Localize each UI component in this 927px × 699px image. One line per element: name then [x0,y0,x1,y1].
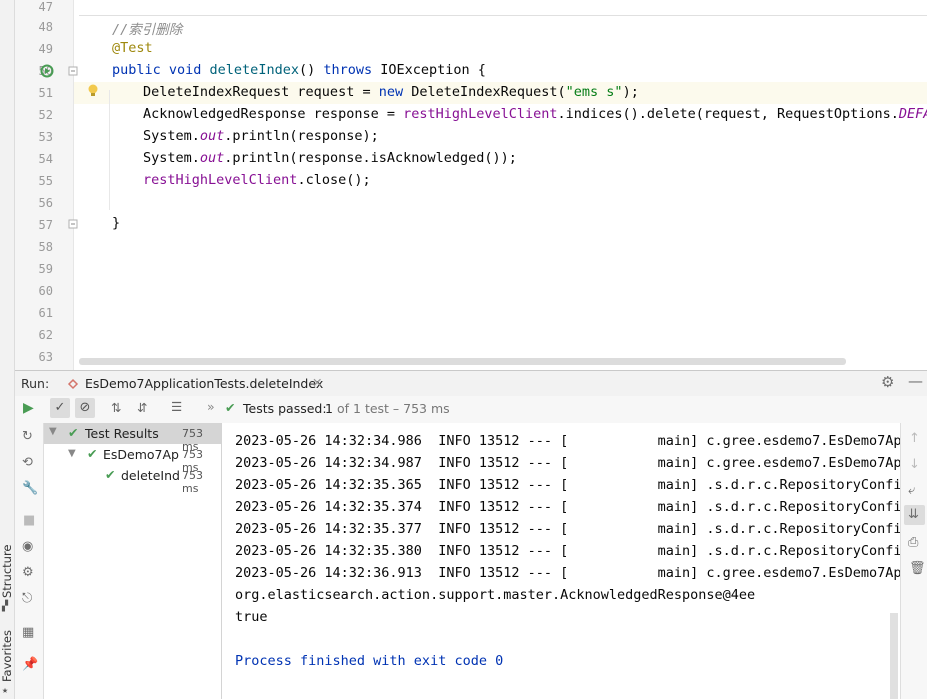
camera-icon[interactable]: ◉ [22,539,33,554]
console-right-toolbar: ↑ ↓ ⤶ ⇊ ⎙ 🗑 [900,423,927,699]
tree-method-time: 753 ms [182,469,203,495]
gear-icon[interactable]: ⚙ [881,373,894,391]
line-number: 53 [38,130,53,144]
log-line: 2023-05-26 14:32:34.986 INFO 13512 --- [… [235,433,900,449]
ack-line: true [235,609,268,625]
annotation: @Test [112,40,153,56]
pin-icon[interactable]: 📌 [22,657,38,672]
run-label: Run: [21,376,50,391]
down-arrow-icon[interactable]: ↓ [909,457,920,472]
tree-root-label[interactable]: Test Results [85,426,159,441]
code-line-50: public void deleteIndex() throws IOExcep… [112,62,486,78]
structure-icon: ▞ [2,601,9,612]
run-panel-header: Run: EsDemo7ApplicationTests.deleteIndex… [15,370,927,397]
response-line: org.elasticsearch.action.support.master.… [235,587,756,603]
log-line: 2023-05-26 14:32:34.987 INFO 13512 --- [… [235,455,900,471]
rerun-icon[interactable]: ▶ [23,400,34,416]
favorites-tab[interactable]: Favorites [0,630,14,682]
comment: //索引删除 [112,22,183,38]
line-number: 59 [38,262,53,276]
test-config-icon [67,378,79,390]
run-toolbar: ▶ ✓ ⊘ ⇅ ⇵ ☰ » ✔ Tests passed: 1 of 1 tes… [15,396,927,424]
horizontal-scrollbar[interactable] [79,358,846,365]
line-number: 56 [38,196,53,210]
log-line: 2023-05-26 14:32:35.365 INFO 13512 --- [… [235,477,900,493]
scroll-to-end-icon[interactable]: ⇊ [908,507,919,522]
status-prefix: Tests passed: [243,401,327,416]
expand-chevron-icon[interactable]: ▼ [49,426,57,437]
passed-check-icon: ✔ [87,446,98,461]
run-tab-title[interactable]: EsDemo7ApplicationTests.deleteIndex [85,376,323,391]
editor-divider [79,15,927,16]
code-line-55: restHighLevelClient.close(); [143,172,371,188]
line-number: 54 [38,152,53,166]
show-ignored-icon[interactable]: ⊘ [75,398,95,418]
line-number: 48 [38,20,53,34]
minimize-icon[interactable]: — [908,372,923,390]
toggle-auto-test-icon[interactable]: ⟲ [22,455,33,470]
console-output[interactable]: 2023-05-26 14:32:34.986 INFO 13512 --- [… [222,423,900,699]
indent-guide [109,90,110,210]
code-line-53: System.out.println(response); [143,128,379,144]
log-line: 2023-05-26 14:32:35.374 INFO 13512 --- [… [235,499,900,515]
lightbulb-icon[interactable] [87,83,99,99]
layout-icon[interactable]: ▦ [22,625,34,640]
code-line-51: DeleteIndexRequest request = new DeleteI… [143,84,639,100]
soft-wrap-icon[interactable]: ⤶ [908,483,915,498]
wrench-icon[interactable]: 🔧 [22,481,38,496]
status-suffix: of 1 test – 753 ms [337,401,450,416]
run-side-toolbar: ↻ ⟲ 🔧 ■ ◉ ⚙ ⎋ ▦ 📌 [15,423,44,699]
log-line: 2023-05-26 14:32:35.380 INFO 13512 --- [… [235,543,900,559]
line-number: 63 [38,350,53,364]
sort-alpha-icon[interactable]: ⇅ [111,400,121,415]
tree-class-label[interactable]: EsDemo7App [103,447,179,462]
line-number: 60 [38,284,53,298]
dump-threads-icon[interactable]: ⚙ [22,565,34,580]
more-chevron-icon[interactable]: » [207,399,215,414]
sort-duration-icon[interactable]: ⇵ [137,400,147,415]
expand-chevron-icon[interactable]: ▼ [68,448,76,459]
vertical-scrollbar[interactable] [890,613,898,699]
passed-check-icon: ✔ [105,467,116,482]
structure-tab[interactable]: Structure [0,545,14,599]
editor-gutter: 47 48 49 50 51 52 53 54 55 56 57 58 59 6… [15,0,78,370]
line-number: 58 [38,240,53,254]
line-number: 57 [38,218,53,232]
exit-line: Process finished with exit code 0 [235,653,504,669]
expand-all-icon[interactable]: ☰ [171,399,182,414]
test-results-tree: ▼ ✔ Test Results 753 ms ▼ ✔ EsDemo7App 7… [44,423,222,699]
line-number: 62 [38,328,53,342]
code-line-52: AcknowledgedResponse response = restHigh… [143,106,927,122]
log-line: 2023-05-26 14:32:35.377 INFO 13512 --- [… [235,521,900,537]
close-tab-icon[interactable]: ✕ [312,375,322,390]
line-number: 49 [38,42,53,56]
line-number: 51 [38,86,53,100]
line-number: 52 [38,108,53,122]
passed-check-icon: ✔ [68,425,79,440]
tree-method-label[interactable]: deleteInde [121,468,179,483]
rerun-failed-icon[interactable]: ↻ [22,429,33,444]
passed-count: 1 [325,401,333,416]
up-arrow-icon[interactable]: ↑ [909,431,920,446]
fold-marker-icon[interactable] [68,66,78,76]
line-number: 47 [38,0,53,14]
show-passed-icon[interactable]: ✓ [50,398,70,418]
code-line-57: } [112,215,121,231]
trash-icon[interactable]: 🗑 [909,561,926,576]
run-test-gutter-icon[interactable] [40,64,56,78]
fold-marker-icon[interactable] [68,219,78,229]
log-line: 2023-05-26 14:32:36.913 INFO 13512 --- [… [235,565,900,581]
stop-icon[interactable]: ■ [23,513,35,528]
star-icon: ★ [2,685,9,696]
line-number: 61 [38,306,53,320]
code-line-54: System.out.println(response.isAcknowledg… [143,150,517,166]
print-icon[interactable]: ⎙ [908,535,918,550]
exit-icon[interactable]: ⎋ [22,591,32,606]
passed-check-icon: ✔ [225,400,236,415]
line-number: 55 [38,174,53,188]
